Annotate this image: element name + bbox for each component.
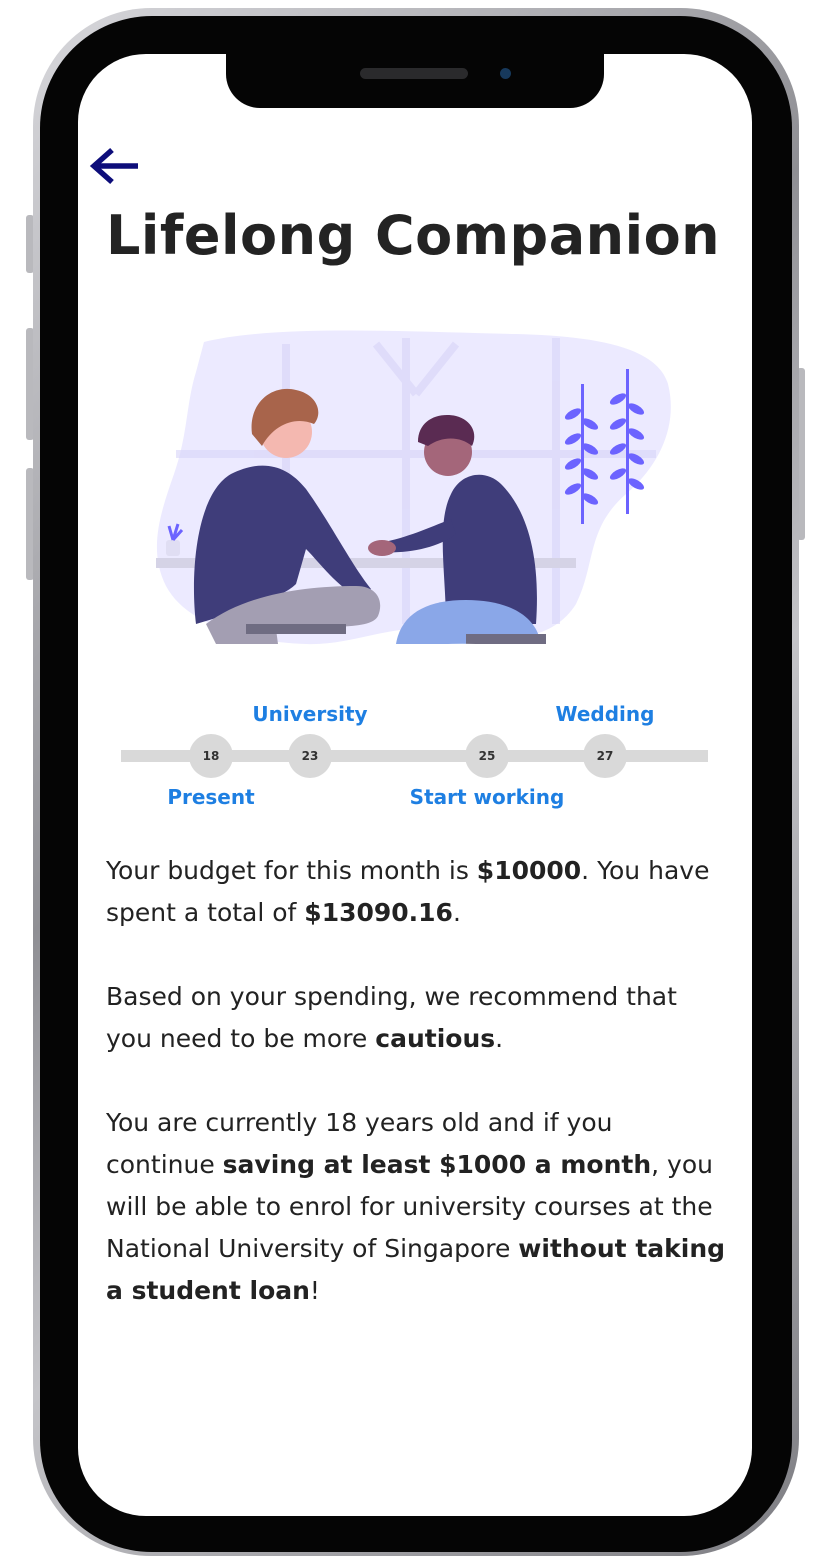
timeline-label-wedding: Wedding [555, 702, 655, 726]
timeline-node-25[interactable]: 25 [465, 734, 509, 778]
speaker-grille [360, 68, 468, 79]
two-people-talking-illustration [156, 330, 676, 654]
budget-amount: $10000 [476, 856, 582, 885]
right-stool [466, 634, 546, 644]
timeline-node-27[interactable]: 27 [583, 734, 627, 778]
phone-mockup: Lifelong Companion 18 Present 23 Univers… [0, 0, 830, 1556]
spent-amount: $13090.16 [304, 898, 453, 927]
notch [226, 54, 604, 108]
budget-paragraph: Your budget for this month is $10000. Yo… [106, 856, 710, 927]
page-title: Lifelong Companion [106, 204, 721, 267]
recommendation-paragraph: Based on your spending, we recommend tha… [106, 982, 677, 1053]
recommendation-word: cautious [375, 1024, 496, 1053]
timeline-label-present: Present [167, 785, 255, 809]
timeline-label-start-working: Start working [409, 785, 565, 809]
saving-goal: saving at least $1000 a month [222, 1150, 652, 1179]
foreground-blob [156, 643, 676, 654]
goal-paragraph: You are currently 18 years old and if yo… [106, 1108, 726, 1305]
small-pot [166, 540, 180, 556]
life-timeline: 18 Present 23 University 25 Start workin… [118, 694, 712, 814]
budget-summary: Your budget for this month is $10000. Yo… [106, 850, 726, 1354]
right-person-hand [368, 540, 396, 556]
phone-screen: Lifelong Companion 18 Present 23 Univers… [78, 54, 752, 1516]
front-camera [500, 68, 511, 79]
timeline-label-university: University [252, 702, 368, 726]
arrow-left-icon [89, 147, 138, 185]
left-stool [246, 624, 346, 634]
back-button[interactable] [88, 146, 142, 186]
timeline-node-18[interactable]: 18 [189, 734, 233, 778]
timeline-node-23[interactable]: 23 [288, 734, 332, 778]
